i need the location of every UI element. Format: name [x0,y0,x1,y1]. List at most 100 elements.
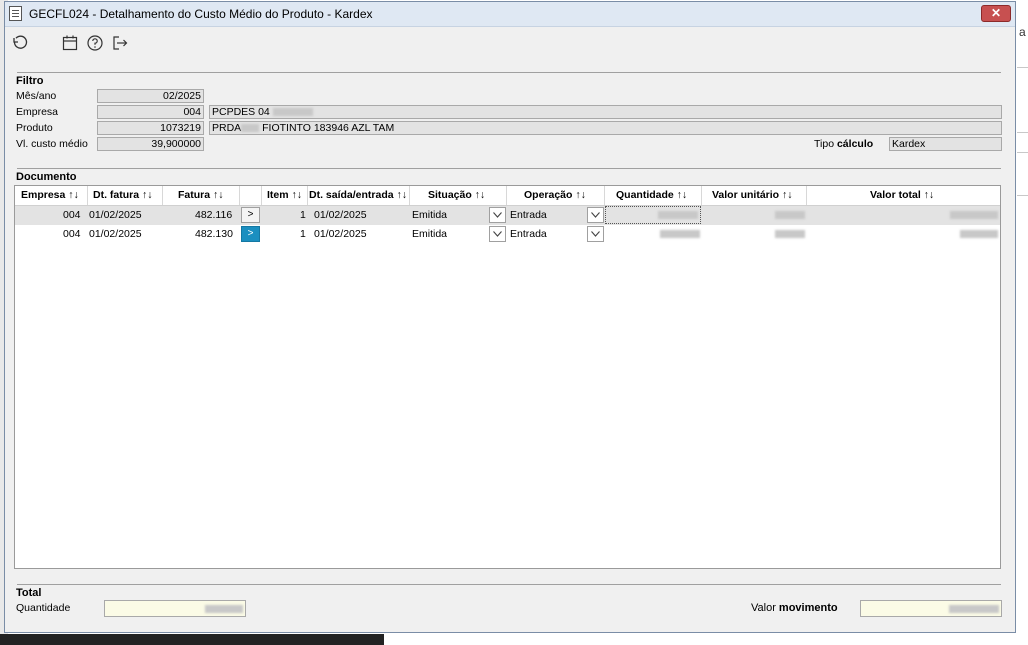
mes-ano-field[interactable]: 02/2025 [97,89,204,103]
table-row[interactable]: 004 01/02/2025 482.116 > 1 01/02/2025 Em… [15,206,1000,225]
col-separator [239,186,240,205]
redacted-text [272,108,313,117]
go-button[interactable]: > [241,207,260,223]
cell-empresa: 004 [63,228,81,240]
cell-situacao: Emitida [412,228,448,240]
produto-name-field[interactable]: PRDA FIOTINTO 183946 AZL TAM [209,121,1002,135]
col-fatura[interactable]: Fatura ↑↓ [178,189,224,201]
cell-empresa: 004 [63,209,81,221]
close-button[interactable]: ✕ [981,5,1011,22]
cell-operacao: Entrada [510,209,547,221]
col-item[interactable]: Item ↑↓ [267,189,302,201]
table-row[interactable]: 004 01/02/2025 482.130 > 1 01/02/2025 Em… [15,225,1000,244]
produto-name-suffix: FIOTINTO 183946 AZL TAM [262,122,395,134]
chevron-down-icon [591,212,600,218]
valor-movimento-field[interactable] [860,600,1002,617]
tipo-calculo-label: Tipo cálculo [814,138,874,150]
col-separator [409,186,410,205]
operacao-dropdown[interactable] [587,226,604,242]
documento-divider [17,168,1001,169]
produto-code-field[interactable]: 1073219 [97,121,204,135]
cell-dt-fatura: 01/02/2025 [89,209,142,221]
redacted-text [241,124,260,133]
background-divider [1017,152,1028,153]
tipo-calculo-field[interactable]: Kardex [889,137,1002,151]
window-title: GECFL024 - Detalhamento do Custo Médio d… [29,7,373,21]
chevron-down-icon [493,231,502,237]
undo-icon[interactable] [10,34,28,52]
cell-item: 1 [300,209,306,221]
help-icon[interactable] [86,34,104,52]
redacted-text [658,211,698,219]
produto-label: Produto [16,122,53,134]
grid-header: Empresa ↑↓ Dt. fatura ↑↓ Fatura ↑↓ Item … [15,186,1000,206]
cell-fatura: 482.116 [195,209,233,221]
quantidade-cell-focus[interactable] [605,206,701,224]
background-divider [1017,67,1028,68]
cell-dt-saida-entrada: 01/02/2025 [314,209,367,221]
exit-icon[interactable] [111,34,129,52]
document-icon [9,6,22,21]
situacao-dropdown[interactable] [489,207,506,223]
empresa-label: Empresa [16,106,59,118]
mes-ano-label: Mês/ano [16,90,57,102]
col-dt-fatura[interactable]: Dt. fatura ↑↓ [93,189,153,201]
cell-fatura: 482.130 [195,228,233,240]
col-situacao[interactable]: Situação ↑↓ [428,189,485,201]
calendar-icon[interactable] [61,34,79,52]
total-divider [17,584,1001,585]
col-separator [261,186,262,205]
col-separator [506,186,507,205]
background-taskbar-edge [0,634,384,645]
col-quantidade[interactable]: Quantidade ↑↓ [616,189,687,201]
operacao-dropdown[interactable] [587,207,604,223]
cell-operacao: Entrada [510,228,547,240]
col-valor-total[interactable]: Valor total ↑↓ [870,189,934,201]
redacted-text [775,230,805,238]
title-bar[interactable]: GECFL024 - Detalhamento do Custo Médio d… [5,2,1015,27]
background-divider [1017,195,1028,196]
filtro-title: Filtro [16,75,44,87]
redacted-text [660,230,700,238]
valor-movimento-label: Valor movimento [751,602,838,614]
background-window-right: a [1017,0,1028,645]
col-valor-unitario[interactable]: Valor unitário ↑↓ [712,189,793,201]
col-separator [307,186,308,205]
cell-dt-fatura: 01/02/2025 [89,228,142,240]
total-title: Total [16,587,42,599]
empresa-name-field[interactable]: PCPDES 04 [209,105,1002,119]
redacted-text [775,211,805,219]
go-button[interactable]: > [241,226,260,242]
redacted-text [205,605,243,613]
col-separator [87,186,88,205]
col-separator [604,186,605,205]
cell-dt-saida-entrada: 01/02/2025 [314,228,367,240]
col-operacao[interactable]: Operação ↑↓ [524,189,586,201]
total-quantidade-field[interactable] [104,600,246,617]
chevron-down-icon [591,231,600,237]
col-dt-saida-entrada[interactable]: Dt. saída/entrada ↑↓ [309,189,409,201]
col-separator [806,186,807,205]
toolbar [5,27,1015,57]
col-empresa[interactable]: Empresa ↑↓ [21,189,79,201]
background-text: a [1019,25,1026,39]
vl-custo-medio-label: Vl. custo médio [16,138,88,150]
total-quantidade-label: Quantidade [16,602,71,614]
col-separator [701,186,702,205]
produto-name-prefix: PRDA [212,122,242,134]
cell-item: 1 [300,228,306,240]
documento-grid[interactable]: Empresa ↑↓ Dt. fatura ↑↓ Fatura ↑↓ Item … [14,185,1001,569]
background-divider [1017,132,1028,133]
documento-title: Documento [16,171,77,183]
filtro-divider [17,72,1001,73]
cell-situacao: Emitida [412,209,448,221]
dialog-window: GECFL024 - Detalhamento do Custo Médio d… [4,1,1016,633]
empresa-code-field[interactable]: 004 [97,105,204,119]
col-separator [162,186,163,205]
empresa-name: PCPDES 04 [212,106,270,118]
vl-custo-medio-field[interactable]: 39,900000 [97,137,204,151]
redacted-text [949,605,999,613]
chevron-down-icon [493,212,502,218]
situacao-dropdown[interactable] [489,226,506,242]
redacted-text [950,211,998,219]
